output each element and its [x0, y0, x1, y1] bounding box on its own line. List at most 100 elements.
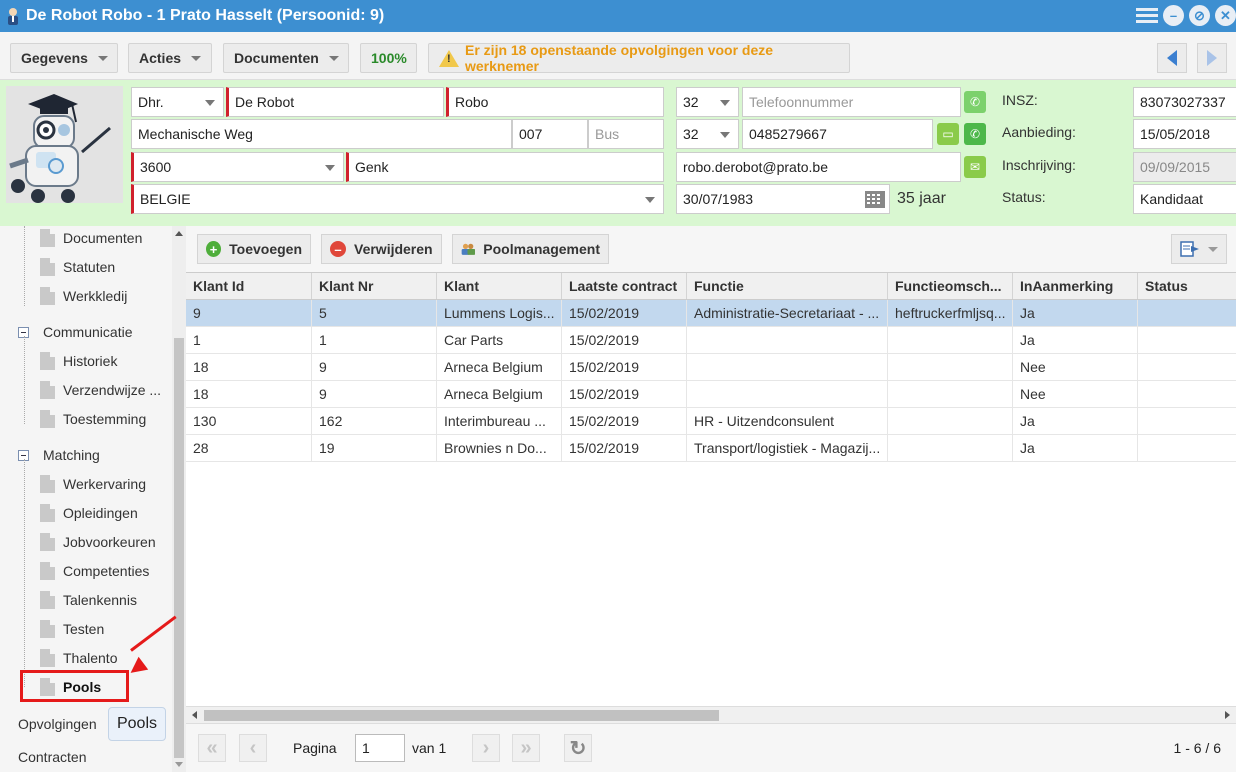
gsm-prefix-select[interactable]: 32	[676, 119, 739, 149]
phone-call-icon[interactable]: ✆	[964, 123, 986, 145]
documenten-menu-button[interactable]: Documenten	[223, 43, 349, 73]
table-row[interactable]: 130 162 Interimbureau ... 15/02/2019 HR - Ui…	[186, 408, 1236, 435]
huisnummer-field[interactable]: 007	[512, 119, 588, 149]
email-icon[interactable]: ✉	[964, 156, 986, 178]
sidebar-tree: Documenten Statuten Werkkledij Communica…	[0, 226, 186, 772]
acties-menu-button[interactable]: Acties	[128, 43, 212, 73]
leeftijd-label: 35 jaar	[897, 190, 946, 207]
first-page-button[interactable]: «	[198, 734, 226, 762]
sidebar-item-opvolgingen[interactable]: Opvolgingen	[18, 714, 97, 734]
chevron-down-icon	[720, 132, 730, 138]
land-select[interactable]: BELGIE	[131, 184, 664, 214]
sidebar-item-toestemming[interactable]: Toestemming	[40, 409, 146, 429]
sidebar-item-jobvoorkeuren[interactable]: Jobvoorkeuren	[40, 532, 156, 552]
voornaam-field[interactable]: Robo	[446, 87, 664, 117]
gsm-field[interactable]: 0485279667	[742, 119, 933, 149]
document-icon	[40, 562, 55, 580]
gemeente-field[interactable]: Genk	[346, 152, 664, 182]
aanbieding-field[interactable]: 15/05/2018	[1133, 119, 1236, 149]
column-header-functie[interactable]: Functie	[687, 273, 888, 299]
cell-laatste-contract: 15/02/2019	[562, 354, 687, 380]
column-header-klant[interactable]: Klant	[437, 273, 562, 299]
opvolgingen-warning-button[interactable]: ! Er zijn 18 openstaande opvolgingen voo…	[428, 42, 850, 74]
scrollbar-thumb[interactable]	[204, 710, 719, 721]
person-header: Dhr. De Robot Robo Mechanische Weg 007 B…	[0, 80, 1236, 226]
verwijderen-button[interactable]: – Verwijderen	[321, 234, 442, 264]
last-page-button[interactable]: »	[512, 734, 540, 762]
toevoegen-button[interactable]: + Toevoegen	[197, 234, 311, 264]
scroll-right-icon[interactable]	[1225, 711, 1230, 719]
achternaam-field[interactable]: De Robot	[226, 87, 444, 117]
sidebar-item-historiek[interactable]: Historiek	[40, 351, 117, 371]
cell-inaanmerking: Ja	[1013, 327, 1138, 353]
cell-inaanmerking: Ja	[1013, 300, 1138, 326]
sidebar-item-werkervaring[interactable]: Werkervaring	[40, 474, 146, 494]
close-icon[interactable]: ✕	[1215, 5, 1236, 26]
table-row[interactable]: 18 9 Arneca Belgium 15/02/2019 Nee	[186, 381, 1236, 408]
poolmanagement-button[interactable]: Poolmanagement	[452, 234, 609, 264]
table-row[interactable]: 1 1 Car Parts 15/02/2019 Ja	[186, 327, 1236, 354]
column-header-status[interactable]: Status	[1138, 273, 1236, 299]
sms-icon[interactable]: ▭	[937, 123, 959, 145]
insz-field[interactable]: 83073027337	[1133, 87, 1236, 117]
phone-call-icon[interactable]: ✆	[964, 91, 986, 113]
telefoon-prefix-select[interactable]: 32	[676, 87, 739, 117]
scrollbar-thumb[interactable]	[174, 338, 184, 758]
sidebar-item-opleidingen[interactable]: Opleidingen	[40, 503, 138, 523]
sidebar-item-competenties[interactable]: Competenties	[40, 561, 149, 581]
document-icon	[40, 287, 55, 305]
sidebar-item-testen[interactable]: Testen	[40, 619, 104, 639]
cell-functieomschrijving: heftruckerfmljsq...	[888, 300, 1013, 326]
column-header-klant-id[interactable]: Klant Id	[186, 273, 312, 299]
sidebar-item-statuten[interactable]: Statuten	[40, 257, 115, 277]
page-number-input[interactable]: 1	[355, 734, 405, 762]
gegevens-menu-button[interactable]: Gegevens	[10, 43, 118, 73]
geboortedatum-field[interactable]: 30/07/1983	[676, 184, 890, 214]
table-row[interactable]: 18 9 Arneca Belgium 15/02/2019 Nee	[186, 354, 1236, 381]
status-field[interactable]: Kandidaat	[1133, 184, 1236, 214]
scroll-down-icon[interactable]	[175, 762, 183, 767]
calendar-icon[interactable]	[865, 191, 885, 208]
telefoonnummer-field[interactable]: Telefoonnummer	[742, 87, 961, 117]
chevron-down-icon	[97, 55, 108, 61]
table-row[interactable]: 28 19 Brownies n Do... 15/02/2019 Transport/…	[186, 435, 1236, 462]
cell-klant-nr: 1	[312, 327, 437, 353]
menu-icon[interactable]	[1136, 5, 1158, 26]
next-record-button[interactable]	[1197, 43, 1227, 73]
previous-record-button[interactable]	[1157, 43, 1187, 73]
sidebar-item-werkkledij[interactable]: Werkkledij	[40, 286, 127, 306]
sidebar-group-communicatie[interactable]: Communicatie	[18, 322, 132, 342]
sidebar-item-thalento[interactable]: Thalento	[40, 648, 117, 668]
bus-field[interactable]: Bus	[588, 119, 664, 149]
column-header-klant-nr[interactable]: Klant Nr	[312, 273, 437, 299]
sidebar-item-documenten[interactable]: Documenten	[40, 228, 142, 248]
sidebar-group-matching[interactable]: Matching	[18, 445, 100, 465]
completeness-button[interactable]: 100%	[360, 43, 417, 73]
cell-status	[1138, 381, 1236, 407]
document-icon	[40, 504, 55, 522]
page-count-label: van 1	[412, 740, 447, 756]
cell-laatste-contract: 15/02/2019	[562, 408, 687, 434]
next-page-button[interactable]: ›	[472, 734, 500, 762]
scroll-up-icon[interactable]	[175, 231, 183, 236]
straat-field[interactable]: Mechanische Weg	[131, 119, 512, 149]
column-header-inaanmerking[interactable]: InAanmerking	[1013, 273, 1138, 299]
minimize-icon[interactable]: –	[1163, 5, 1184, 26]
restore-icon[interactable]: ⊘	[1189, 5, 1210, 26]
export-menu-button[interactable]	[1171, 234, 1227, 264]
column-header-laatste-contract[interactable]: Laatste contract	[562, 273, 687, 299]
previous-page-button[interactable]: ‹	[239, 734, 267, 762]
column-header-functieomschrijving[interactable]: Functieomsch...	[888, 273, 1013, 299]
chevron-down-icon	[328, 55, 339, 61]
scroll-left-icon[interactable]	[192, 711, 197, 719]
table-row[interactable]: 9 5 Lummens Logis... 15/02/2019 Administrati…	[186, 300, 1236, 327]
sidebar-item-verzendwijze[interactable]: Verzendwijze ...	[40, 380, 161, 400]
sidebar-item-contracten[interactable]: Contracten	[18, 747, 86, 767]
refresh-icon[interactable]: ↻	[564, 734, 592, 762]
postcode-select[interactable]: 3600	[131, 152, 344, 182]
sidebar-item-talenkennis[interactable]: Talenkennis	[40, 590, 137, 610]
aanspreking-select[interactable]: Dhr.	[131, 87, 224, 117]
sidebar-scrollbar[interactable]	[172, 226, 186, 772]
email-field[interactable]: robo.derobot@prato.be	[676, 152, 961, 182]
horizontal-scrollbar[interactable]	[186, 706, 1236, 723]
